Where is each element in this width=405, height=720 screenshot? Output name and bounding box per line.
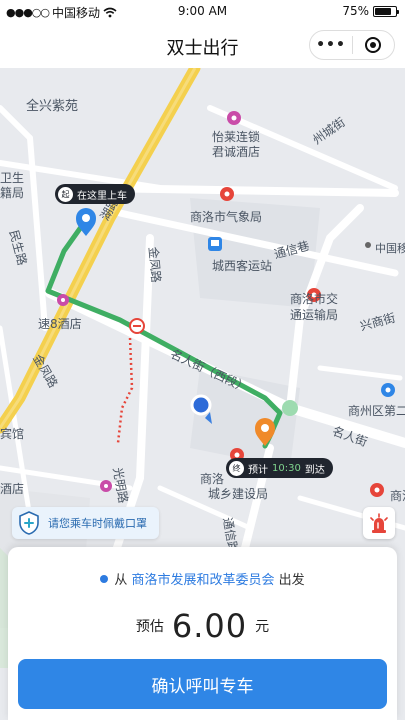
map-label: 城乡建设局 [208,487,269,501]
battery-icon [373,5,399,17]
origin-suffix: 出发 [278,573,305,588]
price-prefix: 预估 [135,619,164,635]
mask-notice-text: 请您乘车时佩戴口罩 [48,517,147,530]
destination-suffix: 到达 [304,464,325,476]
origin-dot-icon [100,575,109,583]
pickup-tooltip[interactable]: 起 在这里上车 [55,184,135,204]
origin-line: 从 商洛市发展和改革委员会 出发 [8,569,397,588]
map-label: 酒店 [0,482,25,496]
map-label: 宾馆 [0,427,25,441]
map-label: 商洛市交 [290,292,339,306]
status-bar: ●●●○○ 中国移动 9:00 AM 75% [0,0,405,22]
close-circle-icon [365,37,382,53]
map-label: 商洛市气象局 [190,210,263,224]
mini-program-capsule: ••• [309,30,395,60]
map-label: 籍局 [0,186,25,200]
destination-tooltip[interactable]: 终 预计 10:30 到达 [226,458,333,478]
order-card: 从 商洛市发展和改革委员会 出发 预估 6.00 元 确认呼叫专车 [8,547,397,720]
map-label: 商洛 [390,489,405,503]
map-label: 君诚酒店 [212,145,261,159]
map-label: 通运输局 [290,308,339,322]
pickup-text: 在这里上车 [77,190,127,202]
map-label: 中国移动 [375,242,405,255]
confirm-call-button[interactable]: 确认呼叫专车 [18,659,387,709]
price-value: 6.00 [171,607,248,645]
destination-prefix: 预计 [248,464,268,476]
pickup-tag: 起 [58,186,73,202]
map-label: 速8酒店 [38,317,82,331]
map-label: 全兴紫苑 [26,99,79,114]
destination-time: 10:30 [272,462,301,474]
price-estimate: 预估 6.00 元 [8,607,397,645]
origin-prefix: 从 [114,573,128,588]
emergency-alarm-button[interactable] [363,507,395,539]
status-right: 75% [342,4,399,18]
close-button[interactable] [353,31,394,59]
battery-percent: 75% [342,4,369,18]
map-label: 城西客运站 [212,259,273,273]
price-unit: 元 [255,619,270,635]
shield-icon [19,511,39,535]
origin-name[interactable]: 商洛市发展和改革委员会 [131,573,274,588]
nav-bar: 双士出行 ••• [0,22,405,68]
more-button[interactable]: ••• [310,31,352,59]
map-label: 金凤路 [146,246,164,284]
map-label: 商州区第二 [348,404,405,418]
destination-tag: 终 [229,460,244,476]
alarm-icon [370,513,388,533]
mask-notice: 请您乘车时佩戴口罩 [12,507,159,539]
